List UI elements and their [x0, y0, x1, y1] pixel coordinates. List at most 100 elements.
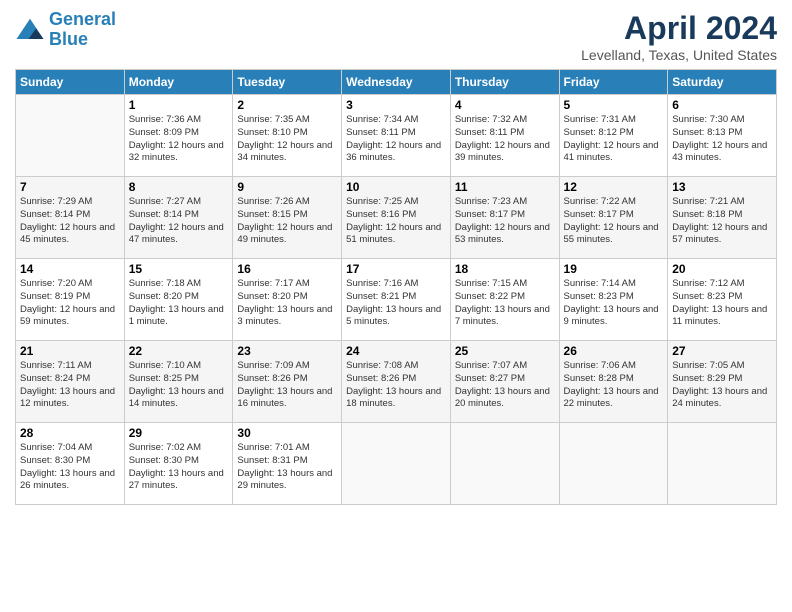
- day-info: Sunrise: 7:12 AM Sunset: 8:23 PM Dayligh…: [672, 278, 772, 329]
- sunrise-text: Sunrise: 7:23 AM: [455, 196, 527, 207]
- calendar-cell: 18 Sunrise: 7:15 AM Sunset: 8:22 PM Dayl…: [450, 259, 559, 341]
- sunset-text: Sunset: 8:23 PM: [564, 291, 634, 302]
- day-number: 7: [20, 180, 120, 194]
- daylight-text: Daylight: 12 hours and 43 minutes.: [672, 140, 767, 164]
- day-number: 10: [346, 180, 446, 194]
- sunrise-text: Sunrise: 7:32 AM: [455, 114, 527, 125]
- sunset-text: Sunset: 8:24 PM: [20, 373, 90, 384]
- day-info: Sunrise: 7:05 AM Sunset: 8:29 PM Dayligh…: [672, 360, 772, 411]
- location: Levelland, Texas, United States: [581, 47, 777, 63]
- day-number: 2: [237, 98, 337, 112]
- sunset-text: Sunset: 8:12 PM: [564, 127, 634, 138]
- sunset-text: Sunset: 8:10 PM: [237, 127, 307, 138]
- sunset-text: Sunset: 8:23 PM: [672, 291, 742, 302]
- weekday-header: Thursday: [450, 70, 559, 95]
- day-number: 14: [20, 262, 120, 276]
- sunset-text: Sunset: 8:30 PM: [20, 455, 90, 466]
- sunrise-text: Sunrise: 7:10 AM: [129, 360, 201, 371]
- sunrise-text: Sunrise: 7:01 AM: [237, 442, 309, 453]
- sunset-text: Sunset: 8:22 PM: [455, 291, 525, 302]
- day-number: 9: [237, 180, 337, 194]
- sunrise-text: Sunrise: 7:22 AM: [564, 196, 636, 207]
- day-info: Sunrise: 7:30 AM Sunset: 8:13 PM Dayligh…: [672, 114, 772, 165]
- calendar-cell: 16 Sunrise: 7:17 AM Sunset: 8:20 PM Dayl…: [233, 259, 342, 341]
- calendar-week-row: 1 Sunrise: 7:36 AM Sunset: 8:09 PM Dayli…: [16, 95, 777, 177]
- logo: General Blue: [15, 10, 116, 50]
- daylight-text: Daylight: 13 hours and 9 minutes.: [564, 304, 659, 328]
- sunrise-text: Sunrise: 7:09 AM: [237, 360, 309, 371]
- day-info: Sunrise: 7:35 AM Sunset: 8:10 PM Dayligh…: [237, 114, 337, 165]
- day-info: Sunrise: 7:18 AM Sunset: 8:20 PM Dayligh…: [129, 278, 229, 329]
- sunrise-text: Sunrise: 7:30 AM: [672, 114, 744, 125]
- weekday-header: Sunday: [16, 70, 125, 95]
- daylight-text: Daylight: 13 hours and 11 minutes.: [672, 304, 767, 328]
- calendar-cell: [668, 423, 777, 505]
- sunset-text: Sunset: 8:29 PM: [672, 373, 742, 384]
- daylight-text: Daylight: 13 hours and 24 minutes.: [672, 386, 767, 410]
- daylight-text: Daylight: 13 hours and 3 minutes.: [237, 304, 332, 328]
- day-info: Sunrise: 7:16 AM Sunset: 8:21 PM Dayligh…: [346, 278, 446, 329]
- calendar-cell: 19 Sunrise: 7:14 AM Sunset: 8:23 PM Dayl…: [559, 259, 668, 341]
- sunset-text: Sunset: 8:26 PM: [346, 373, 416, 384]
- weekday-header: Monday: [124, 70, 233, 95]
- calendar-week-row: 7 Sunrise: 7:29 AM Sunset: 8:14 PM Dayli…: [16, 177, 777, 259]
- sunset-text: Sunset: 8:19 PM: [20, 291, 90, 302]
- sunrise-text: Sunrise: 7:16 AM: [346, 278, 418, 289]
- sunset-text: Sunset: 8:15 PM: [237, 209, 307, 220]
- day-info: Sunrise: 7:08 AM Sunset: 8:26 PM Dayligh…: [346, 360, 446, 411]
- sunrise-text: Sunrise: 7:05 AM: [672, 360, 744, 371]
- sunrise-text: Sunrise: 7:04 AM: [20, 442, 92, 453]
- sunset-text: Sunset: 8:14 PM: [129, 209, 199, 220]
- sunrise-text: Sunrise: 7:15 AM: [455, 278, 527, 289]
- day-info: Sunrise: 7:04 AM Sunset: 8:30 PM Dayligh…: [20, 442, 120, 493]
- calendar-cell: 27 Sunrise: 7:05 AM Sunset: 8:29 PM Dayl…: [668, 341, 777, 423]
- day-number: 30: [237, 426, 337, 440]
- daylight-text: Daylight: 12 hours and 39 minutes.: [455, 140, 550, 164]
- day-info: Sunrise: 7:14 AM Sunset: 8:23 PM Dayligh…: [564, 278, 664, 329]
- weekday-header: Friday: [559, 70, 668, 95]
- calendar-cell: 5 Sunrise: 7:31 AM Sunset: 8:12 PM Dayli…: [559, 95, 668, 177]
- sunrise-text: Sunrise: 7:18 AM: [129, 278, 201, 289]
- sunrise-text: Sunrise: 7:26 AM: [237, 196, 309, 207]
- day-number: 8: [129, 180, 229, 194]
- daylight-text: Daylight: 12 hours and 51 minutes.: [346, 222, 441, 246]
- calendar-cell: 21 Sunrise: 7:11 AM Sunset: 8:24 PM Dayl…: [16, 341, 125, 423]
- day-number: 24: [346, 344, 446, 358]
- calendar-cell: 25 Sunrise: 7:07 AM Sunset: 8:27 PM Dayl…: [450, 341, 559, 423]
- sunrise-text: Sunrise: 7:17 AM: [237, 278, 309, 289]
- day-info: Sunrise: 7:10 AM Sunset: 8:25 PM Dayligh…: [129, 360, 229, 411]
- sunset-text: Sunset: 8:16 PM: [346, 209, 416, 220]
- day-number: 28: [20, 426, 120, 440]
- day-number: 22: [129, 344, 229, 358]
- calendar-cell: 1 Sunrise: 7:36 AM Sunset: 8:09 PM Dayli…: [124, 95, 233, 177]
- day-number: 23: [237, 344, 337, 358]
- sunrise-text: Sunrise: 7:31 AM: [564, 114, 636, 125]
- calendar-cell: [16, 95, 125, 177]
- day-number: 18: [455, 262, 555, 276]
- sunset-text: Sunset: 8:20 PM: [237, 291, 307, 302]
- daylight-text: Daylight: 13 hours and 29 minutes.: [237, 468, 332, 492]
- sunset-text: Sunset: 8:21 PM: [346, 291, 416, 302]
- day-info: Sunrise: 7:11 AM Sunset: 8:24 PM Dayligh…: [20, 360, 120, 411]
- sunset-text: Sunset: 8:30 PM: [129, 455, 199, 466]
- calendar-week-row: 21 Sunrise: 7:11 AM Sunset: 8:24 PM Dayl…: [16, 341, 777, 423]
- day-number: 1: [129, 98, 229, 112]
- calendar-cell: 30 Sunrise: 7:01 AM Sunset: 8:31 PM Dayl…: [233, 423, 342, 505]
- header: General Blue April 2024 Levelland, Texas…: [15, 10, 777, 63]
- calendar-cell: 26 Sunrise: 7:06 AM Sunset: 8:28 PM Dayl…: [559, 341, 668, 423]
- day-number: 25: [455, 344, 555, 358]
- day-number: 16: [237, 262, 337, 276]
- calendar-cell: 29 Sunrise: 7:02 AM Sunset: 8:30 PM Dayl…: [124, 423, 233, 505]
- logo-general: General: [49, 9, 116, 29]
- sunrise-text: Sunrise: 7:27 AM: [129, 196, 201, 207]
- calendar-cell: 20 Sunrise: 7:12 AM Sunset: 8:23 PM Dayl…: [668, 259, 777, 341]
- day-number: 20: [672, 262, 772, 276]
- day-info: Sunrise: 7:36 AM Sunset: 8:09 PM Dayligh…: [129, 114, 229, 165]
- day-info: Sunrise: 7:26 AM Sunset: 8:15 PM Dayligh…: [237, 196, 337, 247]
- sunrise-text: Sunrise: 7:14 AM: [564, 278, 636, 289]
- day-info: Sunrise: 7:25 AM Sunset: 8:16 PM Dayligh…: [346, 196, 446, 247]
- day-number: 21: [20, 344, 120, 358]
- day-info: Sunrise: 7:32 AM Sunset: 8:11 PM Dayligh…: [455, 114, 555, 165]
- day-info: Sunrise: 7:07 AM Sunset: 8:27 PM Dayligh…: [455, 360, 555, 411]
- daylight-text: Daylight: 12 hours and 47 minutes.: [129, 222, 224, 246]
